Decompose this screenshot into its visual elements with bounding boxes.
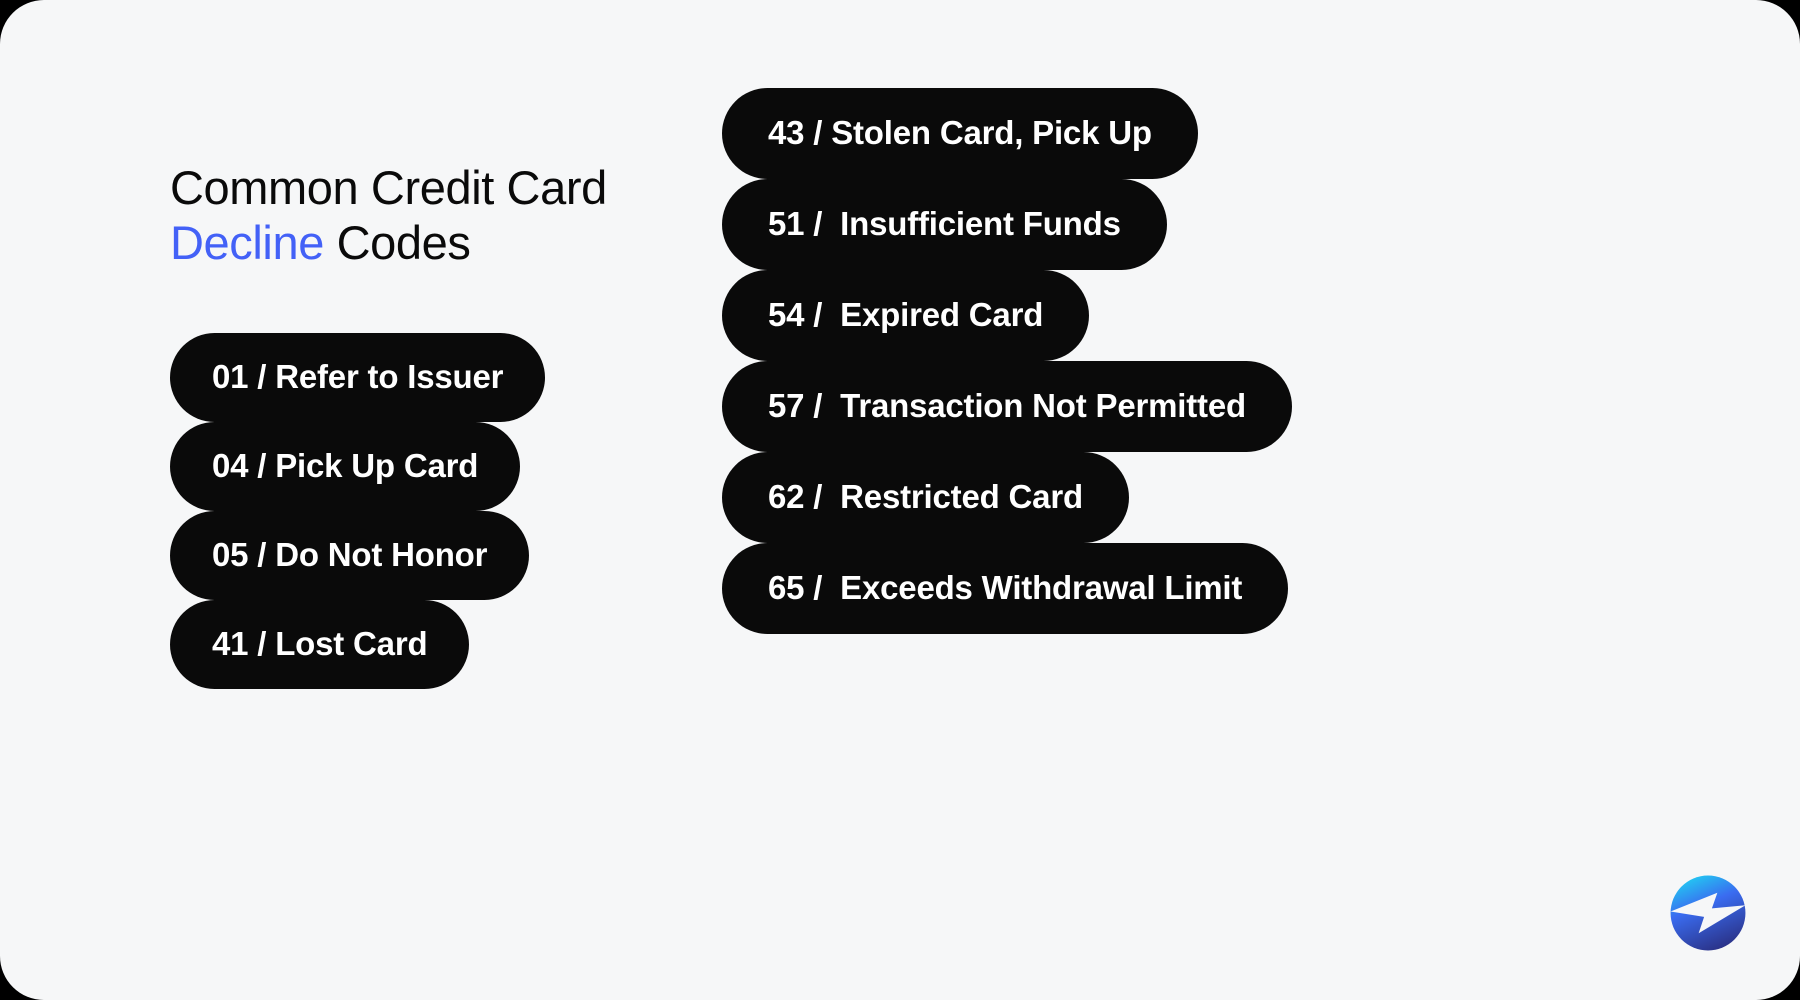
left-column: Common Credit Card Decline Codes 01 / Ref… [170,160,710,689]
page-title: Common Credit Card Decline Codes [170,160,710,271]
decline-code-pill-05[interactable]: 05 / Do Not Honor [170,510,530,600]
list-item: 51 / Insufficient Funds [722,179,1722,270]
list-item: 04 / Pick Up Card [170,421,710,511]
right-column: 43 / Stolen Card, Pick Up 51 / Insuffici… [722,88,1722,634]
decline-code-pill-51[interactable]: 51 / Insufficient Funds [722,179,1167,270]
decline-code-pill-43[interactable]: 43 / Stolen Card, Pick Up [722,88,1198,179]
list-item: 43 / Stolen Card, Pick Up [722,88,1722,179]
decline-code-pill-04[interactable]: 04 / Pick Up Card [170,421,521,511]
decline-code-list-right: 43 / Stolen Card, Pick Up 51 / Insuffici… [722,88,1722,634]
list-item: 41 / Lost Card [170,599,710,689]
list-item: 65 / Exceeds Withdrawal Limit [722,543,1722,634]
list-item: 57 / Transaction Not Permitted [722,361,1722,452]
list-item: 54 / Expired Card [722,270,1722,361]
title-line1: Common Credit Card [170,161,607,214]
card-layout: Common Credit Card Decline Codes 01 / Ref… [0,0,1800,1000]
list-item: 01 / Refer to Issuer [170,332,710,422]
infographic-card: Common Credit Card Decline Codes 01 / Ref… [0,0,1800,1000]
decline-code-pill-65[interactable]: 65 / Exceeds Withdrawal Limit [722,543,1289,634]
list-item: 62 / Restricted Card [722,452,1722,543]
list-item: 05 / Do Not Honor [170,510,710,600]
brand-logo [1669,874,1747,952]
decline-code-pill-54[interactable]: 54 / Expired Card [722,270,1090,361]
decline-code-list-left: 01 / Refer to Issuer 04 / Pick Up Card 0… [170,332,710,689]
decline-code-pill-62[interactable]: 62 / Restricted Card [722,452,1129,543]
lightning-bolt-circle-icon [1670,875,1746,951]
decline-code-pill-41[interactable]: 41 / Lost Card [170,599,470,689]
decline-code-pill-57[interactable]: 57 / Transaction Not Permitted [722,361,1292,452]
title-accent-word: Decline [170,216,324,270]
decline-code-pill-01[interactable]: 01 / Refer to Issuer [170,332,546,422]
title-line2-suffix: Codes [323,216,471,270]
